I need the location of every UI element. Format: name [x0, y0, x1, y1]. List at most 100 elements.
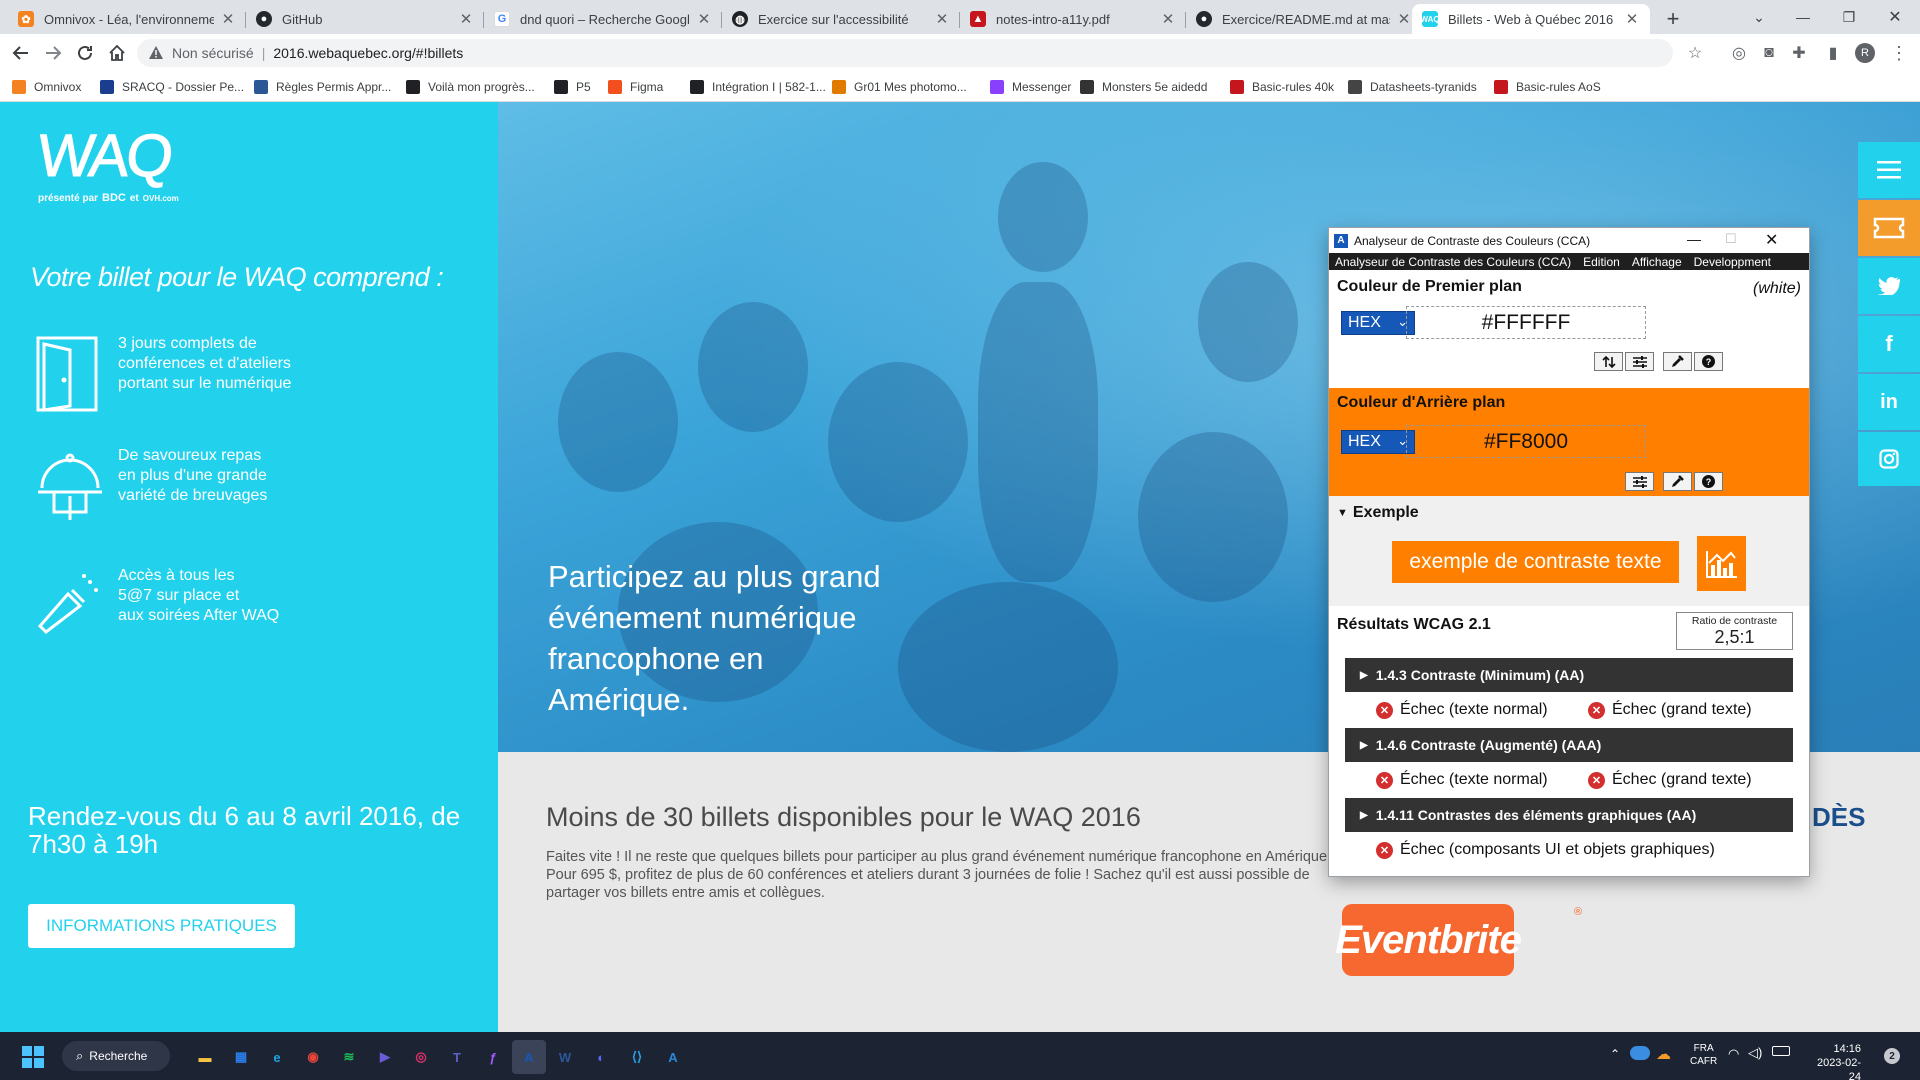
- wifi-icon[interactable]: ◠: [1728, 1046, 1739, 1062]
- battery-icon[interactable]: [1772, 1046, 1790, 1056]
- back-icon[interactable]: [6, 38, 36, 68]
- forward-icon[interactable]: [38, 38, 68, 68]
- tab-waq-billets[interactable]: WAQ Billets - Web à Québec 2016 ✕: [1412, 4, 1650, 34]
- new-tab-button[interactable]: +: [1656, 4, 1690, 34]
- facebook-icon[interactable]: f: [1858, 316, 1920, 372]
- notification-badge[interactable]: 2: [1884, 1048, 1900, 1064]
- taskbar-search[interactable]: ⌕ Recherche: [62, 1041, 170, 1071]
- tab-github-readme[interactable]: ● Exercice/README.md at master ✕: [1186, 4, 1422, 34]
- clock[interactable]: 14:16 2023-02-24: [1805, 1042, 1861, 1080]
- close-icon[interactable]: ✕: [1160, 10, 1176, 28]
- cca-app-icon[interactable]: A: [512, 1040, 546, 1074]
- close-icon[interactable]: ✕: [1765, 230, 1778, 250]
- info-practical-button[interactable]: INFORMATIONS PRATIQUES: [28, 904, 295, 948]
- side-panel-icon[interactable]: ▮: [1818, 38, 1848, 68]
- ticket-icon[interactable]: [1858, 200, 1920, 256]
- close-icon[interactable]: ✕: [458, 10, 474, 28]
- edge-icon[interactable]: e: [260, 1040, 294, 1074]
- bookmark-item[interactable]: Voilà mon progrès...: [406, 77, 535, 97]
- reload-icon[interactable]: [70, 38, 100, 68]
- swap-colors-icon[interactable]: [1594, 352, 1623, 371]
- menu-cca[interactable]: Analyseur de Contraste des Couleurs (CCA…: [1335, 255, 1571, 269]
- tab-github[interactable]: ● GitHub ✕: [246, 4, 484, 34]
- bookmark-item[interactable]: Intégration I | 582-1...: [690, 77, 826, 97]
- word-icon[interactable]: W: [548, 1040, 582, 1074]
- waq-logo[interactable]: WAQ présenté par BDC et OVH.com: [34, 122, 179, 205]
- menu-icon[interactable]: [1858, 142, 1920, 198]
- bookmark-item[interactable]: Monsters 5e aidedd: [1080, 77, 1207, 97]
- instagram-app-icon[interactable]: ◎: [404, 1040, 438, 1074]
- language-indicator[interactable]: FRA CAFR: [1690, 1042, 1717, 1068]
- twitter-icon[interactable]: [1858, 258, 1920, 314]
- spotify-icon[interactable]: ≋: [332, 1040, 366, 1074]
- tab-google-search[interactable]: G dnd quori – Recherche Google ✕: [484, 4, 722, 34]
- show-hidden-icons-chevron-icon[interactable]: ⌃: [1610, 1047, 1620, 1061]
- menu-developpment[interactable]: Developpment: [1694, 255, 1771, 269]
- minimize-icon[interactable]: —: [1780, 0, 1826, 34]
- sliders-icon[interactable]: [1625, 472, 1654, 491]
- cloud-sync-icon[interactable]: ☁: [1656, 1045, 1671, 1063]
- bookmark-item[interactable]: Figma: [608, 77, 663, 97]
- address-bar[interactable]: Non sécurisé | 2016.webaquebec.org/#!bil…: [137, 39, 1673, 67]
- chrome-icon[interactable]: ◉: [296, 1040, 330, 1074]
- menu-edition[interactable]: Edition: [1583, 255, 1620, 269]
- tab-exercice[interactable]: ◍ Exercice sur l'accessibilité ✕: [722, 4, 960, 34]
- tab-pdf-notes[interactable]: ▲ notes-intro-a11y.pdf ✕: [960, 4, 1186, 34]
- extensions-puzzle-icon[interactable]: ✚: [1784, 38, 1814, 68]
- discord-icon[interactable]: ◐: [584, 1040, 618, 1074]
- home-icon[interactable]: [102, 38, 132, 68]
- eventbrite-logo[interactable]: Eventbrite: [1335, 904, 1522, 976]
- bookmark-item[interactable]: Omnivox: [12, 77, 81, 97]
- bookmark-item[interactable]: Règles Permis Appr...: [254, 77, 391, 97]
- close-icon[interactable]: ✕: [934, 10, 950, 28]
- cca-app-2-icon[interactable]: A: [656, 1040, 690, 1074]
- maximize-icon[interactable]: ☐: [1725, 231, 1737, 247]
- criterion-1-4-3[interactable]: ▶ 1.4.3 Contraste (Minimum) (AA): [1345, 658, 1793, 692]
- foreground-format-select[interactable]: HEX ⌄: [1341, 311, 1415, 335]
- criterion-1-4-6[interactable]: ▶ 1.4.6 Contraste (Augmenté) (AAA): [1345, 728, 1793, 762]
- linkedin-icon[interactable]: in: [1858, 374, 1920, 430]
- background-hex-input[interactable]: #FF8000: [1406, 425, 1646, 458]
- eyedropper-icon[interactable]: [1663, 472, 1692, 491]
- close-icon[interactable]: ✕: [220, 10, 236, 28]
- teams-icon[interactable]: T: [440, 1040, 474, 1074]
- criterion-1-4-11[interactable]: ▶ 1.4.11 Contrastes des éléments graphiq…: [1345, 798, 1793, 832]
- file-explorer-icon[interactable]: ▬: [188, 1040, 222, 1074]
- figma-icon[interactable]: ƒ: [476, 1040, 510, 1074]
- microsoft-store-icon[interactable]: ▦: [224, 1040, 258, 1074]
- close-window-icon[interactable]: ✕: [1872, 0, 1918, 34]
- extension-globe-icon[interactable]: ◎: [1724, 38, 1754, 68]
- bookmark-item[interactable]: SRACQ - Dossier Pe...: [100, 77, 244, 97]
- bookmark-item[interactable]: Basic-rules 40k: [1230, 77, 1334, 97]
- eyedropper-icon[interactable]: [1663, 352, 1692, 371]
- minimize-icon[interactable]: —: [1687, 231, 1701, 247]
- vscode-icon[interactable]: ⟨⟩: [620, 1040, 654, 1074]
- sample-toggle[interactable]: ▼ Exemple: [1337, 504, 1419, 522]
- sliders-icon[interactable]: [1625, 352, 1654, 371]
- windows-start-icon[interactable]: [16, 1040, 50, 1074]
- help-icon[interactable]: ?: [1694, 352, 1723, 371]
- restore-icon[interactable]: ❐: [1826, 0, 1872, 34]
- tab-omnivox[interactable]: ✿ Omnivox - Léa, l'environnement ✕: [8, 4, 246, 34]
- camera-extension-icon[interactable]: ◙: [1754, 38, 1784, 68]
- menu-affichage[interactable]: Affichage: [1632, 255, 1682, 269]
- clipchamp-icon[interactable]: ▶: [368, 1040, 402, 1074]
- foreground-hex-input[interactable]: #FFFFFF: [1406, 306, 1646, 339]
- onedrive-icon[interactable]: [1630, 1046, 1650, 1060]
- help-icon[interactable]: ?: [1694, 472, 1723, 491]
- instagram-icon[interactable]: [1858, 432, 1920, 486]
- close-icon[interactable]: ✕: [696, 10, 712, 28]
- close-icon[interactable]: ✕: [1624, 10, 1640, 28]
- bookmark-item[interactable]: Basic-rules AoS: [1494, 77, 1601, 97]
- close-icon[interactable]: ✕: [1396, 10, 1412, 28]
- bookmark-item[interactable]: Messenger: [990, 77, 1071, 97]
- bookmark-item[interactable]: P5: [554, 77, 591, 97]
- profile-avatar[interactable]: R: [1850, 38, 1880, 68]
- background-format-select[interactable]: HEX ⌄: [1341, 430, 1415, 454]
- volume-icon[interactable]: ◁): [1748, 1045, 1762, 1061]
- bookmark-item[interactable]: Datasheets-tyranids: [1348, 77, 1477, 97]
- tab-search-chevron-icon[interactable]: ⌄: [1736, 0, 1782, 34]
- cca-titlebar[interactable]: A Analyseur de Contraste des Couleurs (C…: [1329, 228, 1809, 253]
- bookmark-star-icon[interactable]: ☆: [1682, 38, 1708, 68]
- bookmark-item[interactable]: Gr01 Mes photomo...: [832, 77, 967, 97]
